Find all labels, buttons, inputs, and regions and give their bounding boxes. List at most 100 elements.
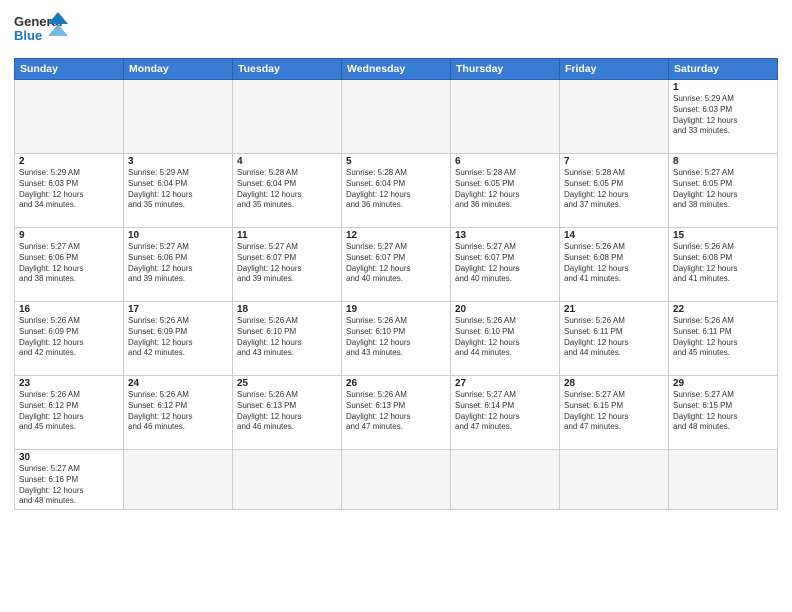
- header-thursday: Thursday: [451, 59, 560, 80]
- svg-text:Blue: Blue: [14, 28, 42, 43]
- day-info: Sunrise: 5:27 AM Sunset: 6:05 PM Dayligh…: [673, 168, 773, 211]
- day-number: 16: [19, 304, 119, 315]
- day-info: Sunrise: 5:27 AM Sunset: 6:14 PM Dayligh…: [455, 390, 555, 433]
- calendar-cell: 1Sunrise: 5:29 AM Sunset: 6:03 PM Daylig…: [669, 80, 778, 154]
- calendar-cell: 12Sunrise: 5:27 AM Sunset: 6:07 PM Dayli…: [342, 228, 451, 302]
- calendar-cell: 19Sunrise: 5:26 AM Sunset: 6:10 PM Dayli…: [342, 302, 451, 376]
- calendar-cell: 4Sunrise: 5:28 AM Sunset: 6:04 PM Daylig…: [233, 154, 342, 228]
- calendar-cell: 21Sunrise: 5:26 AM Sunset: 6:11 PM Dayli…: [560, 302, 669, 376]
- calendar-cell: 7Sunrise: 5:28 AM Sunset: 6:05 PM Daylig…: [560, 154, 669, 228]
- day-number: 5: [346, 156, 446, 167]
- calendar-header-row: SundayMondayTuesdayWednesdayThursdayFrid…: [15, 59, 778, 80]
- calendar-cell: [451, 450, 560, 510]
- day-number: 4: [237, 156, 337, 167]
- calendar-cell: 22Sunrise: 5:26 AM Sunset: 6:11 PM Dayli…: [669, 302, 778, 376]
- calendar-week-5: 30Sunrise: 5:27 AM Sunset: 6:16 PM Dayli…: [15, 450, 778, 510]
- day-info: Sunrise: 5:26 AM Sunset: 6:12 PM Dayligh…: [128, 390, 228, 433]
- page: General Blue SundayMondayTuesdayWednesda…: [0, 0, 792, 612]
- day-info: Sunrise: 5:27 AM Sunset: 6:07 PM Dayligh…: [346, 242, 446, 285]
- calendar-cell: [124, 450, 233, 510]
- day-number: 25: [237, 378, 337, 389]
- calendar-cell: 15Sunrise: 5:26 AM Sunset: 6:08 PM Dayli…: [669, 228, 778, 302]
- day-number: 1: [673, 82, 773, 93]
- day-number: 26: [346, 378, 446, 389]
- day-number: 23: [19, 378, 119, 389]
- calendar-cell: [342, 80, 451, 154]
- day-info: Sunrise: 5:26 AM Sunset: 6:10 PM Dayligh…: [455, 316, 555, 359]
- calendar-cell: 9Sunrise: 5:27 AM Sunset: 6:06 PM Daylig…: [15, 228, 124, 302]
- calendar-cell: 24Sunrise: 5:26 AM Sunset: 6:12 PM Dayli…: [124, 376, 233, 450]
- calendar-cell: 2Sunrise: 5:29 AM Sunset: 6:03 PM Daylig…: [15, 154, 124, 228]
- header-sunday: Sunday: [15, 59, 124, 80]
- day-info: Sunrise: 5:27 AM Sunset: 6:06 PM Dayligh…: [19, 242, 119, 285]
- calendar-cell: 20Sunrise: 5:26 AM Sunset: 6:10 PM Dayli…: [451, 302, 560, 376]
- calendar: SundayMondayTuesdayWednesdayThursdayFrid…: [14, 58, 778, 510]
- calendar-cell: 8Sunrise: 5:27 AM Sunset: 6:05 PM Daylig…: [669, 154, 778, 228]
- calendar-cell: 5Sunrise: 5:28 AM Sunset: 6:04 PM Daylig…: [342, 154, 451, 228]
- calendar-cell: 3Sunrise: 5:29 AM Sunset: 6:04 PM Daylig…: [124, 154, 233, 228]
- day-number: 11: [237, 230, 337, 241]
- day-info: Sunrise: 5:27 AM Sunset: 6:07 PM Dayligh…: [237, 242, 337, 285]
- day-info: Sunrise: 5:26 AM Sunset: 6:12 PM Dayligh…: [19, 390, 119, 433]
- day-number: 21: [564, 304, 664, 315]
- day-info: Sunrise: 5:27 AM Sunset: 6:07 PM Dayligh…: [455, 242, 555, 285]
- day-number: 8: [673, 156, 773, 167]
- day-number: 29: [673, 378, 773, 389]
- day-info: Sunrise: 5:28 AM Sunset: 6:05 PM Dayligh…: [564, 168, 664, 211]
- calendar-cell: 13Sunrise: 5:27 AM Sunset: 6:07 PM Dayli…: [451, 228, 560, 302]
- calendar-cell: 26Sunrise: 5:26 AM Sunset: 6:13 PM Dayli…: [342, 376, 451, 450]
- calendar-cell: 28Sunrise: 5:27 AM Sunset: 6:15 PM Dayli…: [560, 376, 669, 450]
- day-number: 15: [673, 230, 773, 241]
- day-info: Sunrise: 5:26 AM Sunset: 6:09 PM Dayligh…: [19, 316, 119, 359]
- calendar-cell: [124, 80, 233, 154]
- calendar-cell: [560, 450, 669, 510]
- day-info: Sunrise: 5:29 AM Sunset: 6:03 PM Dayligh…: [19, 168, 119, 211]
- day-info: Sunrise: 5:26 AM Sunset: 6:10 PM Dayligh…: [346, 316, 446, 359]
- day-info: Sunrise: 5:27 AM Sunset: 6:15 PM Dayligh…: [673, 390, 773, 433]
- day-info: Sunrise: 5:26 AM Sunset: 6:08 PM Dayligh…: [564, 242, 664, 285]
- calendar-cell: 16Sunrise: 5:26 AM Sunset: 6:09 PM Dayli…: [15, 302, 124, 376]
- day-info: Sunrise: 5:26 AM Sunset: 6:11 PM Dayligh…: [673, 316, 773, 359]
- day-number: 20: [455, 304, 555, 315]
- calendar-cell: 10Sunrise: 5:27 AM Sunset: 6:06 PM Dayli…: [124, 228, 233, 302]
- logo-svg: General Blue: [14, 10, 69, 52]
- day-number: 30: [19, 452, 119, 463]
- calendar-cell: [15, 80, 124, 154]
- day-number: 27: [455, 378, 555, 389]
- day-info: Sunrise: 5:26 AM Sunset: 6:10 PM Dayligh…: [237, 316, 337, 359]
- calendar-cell: [451, 80, 560, 154]
- calendar-cell: 27Sunrise: 5:27 AM Sunset: 6:14 PM Dayli…: [451, 376, 560, 450]
- calendar-cell: 11Sunrise: 5:27 AM Sunset: 6:07 PM Dayli…: [233, 228, 342, 302]
- day-info: Sunrise: 5:26 AM Sunset: 6:09 PM Dayligh…: [128, 316, 228, 359]
- day-number: 2: [19, 156, 119, 167]
- calendar-cell: 18Sunrise: 5:26 AM Sunset: 6:10 PM Dayli…: [233, 302, 342, 376]
- day-info: Sunrise: 5:29 AM Sunset: 6:04 PM Dayligh…: [128, 168, 228, 211]
- calendar-week-1: 2Sunrise: 5:29 AM Sunset: 6:03 PM Daylig…: [15, 154, 778, 228]
- day-info: Sunrise: 5:28 AM Sunset: 6:04 PM Dayligh…: [237, 168, 337, 211]
- day-number: 18: [237, 304, 337, 315]
- header-wednesday: Wednesday: [342, 59, 451, 80]
- day-info: Sunrise: 5:29 AM Sunset: 6:03 PM Dayligh…: [673, 94, 773, 137]
- header: General Blue: [14, 10, 778, 52]
- header-tuesday: Tuesday: [233, 59, 342, 80]
- day-info: Sunrise: 5:27 AM Sunset: 6:06 PM Dayligh…: [128, 242, 228, 285]
- calendar-cell: 29Sunrise: 5:27 AM Sunset: 6:15 PM Dayli…: [669, 376, 778, 450]
- calendar-cell: 6Sunrise: 5:28 AM Sunset: 6:05 PM Daylig…: [451, 154, 560, 228]
- day-number: 12: [346, 230, 446, 241]
- calendar-cell: [669, 450, 778, 510]
- day-number: 7: [564, 156, 664, 167]
- calendar-cell: 30Sunrise: 5:27 AM Sunset: 6:16 PM Dayli…: [15, 450, 124, 510]
- calendar-cell: [233, 80, 342, 154]
- day-info: Sunrise: 5:26 AM Sunset: 6:13 PM Dayligh…: [237, 390, 337, 433]
- day-number: 19: [346, 304, 446, 315]
- calendar-cell: 14Sunrise: 5:26 AM Sunset: 6:08 PM Dayli…: [560, 228, 669, 302]
- calendar-cell: [233, 450, 342, 510]
- day-info: Sunrise: 5:27 AM Sunset: 6:16 PM Dayligh…: [19, 464, 119, 507]
- header-saturday: Saturday: [669, 59, 778, 80]
- day-info: Sunrise: 5:28 AM Sunset: 6:04 PM Dayligh…: [346, 168, 446, 211]
- day-number: 17: [128, 304, 228, 315]
- day-info: Sunrise: 5:28 AM Sunset: 6:05 PM Dayligh…: [455, 168, 555, 211]
- logo: General Blue: [14, 10, 69, 52]
- day-number: 9: [19, 230, 119, 241]
- day-number: 6: [455, 156, 555, 167]
